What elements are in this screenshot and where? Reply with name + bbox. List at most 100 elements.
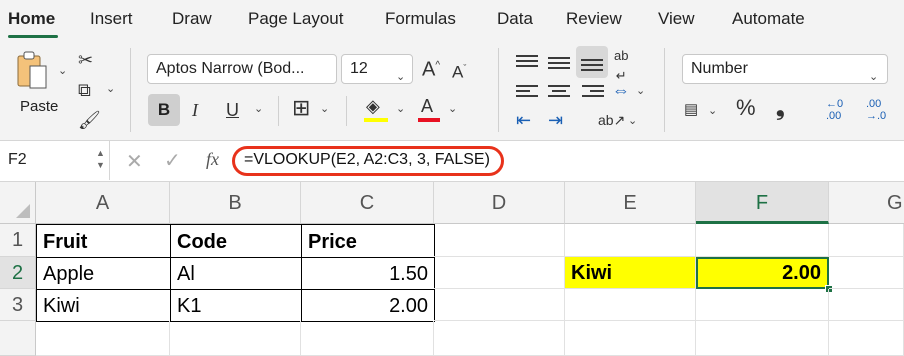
cell-f3[interactable]: [696, 289, 829, 321]
tab-page-layout[interactable]: Page Layout: [248, 9, 343, 29]
decrease-indent-icon[interactable]: ⇤: [516, 110, 531, 130]
cell-d2[interactable]: [434, 257, 565, 289]
percent-style-button[interactable]: %: [736, 97, 756, 119]
cell-e2[interactable]: Kiwi: [565, 257, 696, 289]
cell-d4[interactable]: [434, 321, 565, 356]
underline-button[interactable]: U: [226, 100, 239, 120]
tab-home[interactable]: Home: [8, 9, 55, 29]
ribbon-separator: [498, 48, 499, 132]
italic-button[interactable]: I: [192, 100, 198, 120]
cell-c3[interactable]: 2.00: [301, 289, 435, 322]
row-header-2[interactable]: 2: [0, 257, 36, 289]
cell-d1[interactable]: [434, 224, 565, 257]
font-color-chevron-icon[interactable]: ⌄: [448, 102, 457, 115]
select-all-corner[interactable]: [0, 182, 36, 224]
tab-data[interactable]: Data: [497, 9, 533, 29]
cell-f1[interactable]: [696, 224, 829, 257]
copy-icon[interactable]: ⧉: [78, 80, 91, 100]
cell-b1[interactable]: Code: [170, 224, 302, 258]
copy-chevron-icon[interactable]: ⌄: [106, 82, 115, 95]
merge-chevron-icon[interactable]: ⌄: [636, 84, 645, 97]
column-header-e[interactable]: E: [565, 182, 696, 224]
cell-c1[interactable]: Price: [301, 224, 435, 258]
decrease-decimal-icon[interactable]: .00 →.0: [866, 98, 886, 122]
accounting-format-icon[interactable]: ▤: [684, 100, 698, 120]
cell-a1[interactable]: Fruit: [36, 224, 171, 258]
align-bottom-button[interactable]: [576, 46, 608, 78]
cell-a2[interactable]: Apple: [36, 257, 171, 290]
comma-style-button[interactable]: ❟: [776, 97, 785, 119]
tab-view[interactable]: View: [658, 9, 695, 29]
cell-e1[interactable]: [565, 224, 696, 257]
column-header-c[interactable]: C: [301, 182, 434, 224]
column-header-b[interactable]: B: [170, 182, 301, 224]
align-left-icon[interactable]: [516, 82, 538, 100]
paste-chevron-icon[interactable]: ⌄: [58, 64, 67, 77]
cell-e4[interactable]: [565, 321, 696, 356]
font-color-button[interactable]: A: [418, 96, 440, 124]
insert-function-icon[interactable]: fx: [206, 149, 219, 170]
paste-button[interactable]: [14, 50, 52, 94]
borders-icon[interactable]: ⊞: [292, 97, 310, 119]
cell-c4[interactable]: [301, 321, 434, 356]
cell-b2[interactable]: Al: [170, 257, 302, 290]
column-header-g[interactable]: G: [829, 182, 904, 224]
cell-g3[interactable]: [829, 289, 904, 321]
cell-b4[interactable]: [170, 321, 301, 356]
format-painter-icon[interactable]: 🖌: [78, 110, 101, 130]
accounting-chevron-icon[interactable]: ⌄: [708, 104, 717, 117]
cell-a3[interactable]: Kiwi: [36, 289, 171, 322]
font-name-dropdown[interactable]: Aptos Narrow (Bod...: [147, 54, 337, 84]
cell-f2-selected[interactable]: 2.00: [696, 257, 829, 289]
fill-color-chevron-icon[interactable]: ⌄: [396, 102, 405, 115]
bold-button[interactable]: B: [148, 94, 180, 126]
align-center-icon[interactable]: [548, 82, 570, 100]
column-header-d[interactable]: D: [434, 182, 565, 224]
underline-chevron-icon[interactable]: ⌄: [254, 102, 263, 115]
enter-check-icon[interactable]: ✓: [164, 148, 181, 173]
align-middle-icon[interactable]: [548, 54, 570, 72]
increase-decimal-icon[interactable]: ←0 .00: [826, 98, 843, 122]
cell-b3[interactable]: K1: [170, 289, 302, 322]
align-top-icon[interactable]: [516, 52, 538, 70]
fill-color-button[interactable]: ◈: [364, 96, 388, 124]
shrink-font-icon[interactable]: Aˇ: [452, 58, 466, 83]
increase-decimal-top: ←0: [826, 98, 844, 110]
cell-g1[interactable]: [829, 224, 904, 257]
row-header-3[interactable]: 3: [0, 289, 36, 321]
increase-indent-icon[interactable]: ⇥: [548, 110, 563, 130]
cell-e3[interactable]: [565, 289, 696, 321]
align-right-icon[interactable]: [582, 82, 604, 100]
orientation-chevron-icon[interactable]: ⌄: [628, 114, 637, 127]
row-header-4[interactable]: [0, 321, 36, 356]
cancel-icon[interactable]: ✕: [126, 149, 143, 174]
column-header-f[interactable]: F: [696, 182, 829, 224]
borders-chevron-icon[interactable]: ⌄: [320, 102, 329, 115]
formula-input[interactable]: =VLOOKUP(E2, A2:C3, 3, FALSE): [244, 151, 490, 169]
tab-insert[interactable]: Insert: [90, 9, 133, 29]
number-format-value: Number: [691, 60, 748, 77]
cell-g2[interactable]: [829, 257, 904, 289]
merge-center-icon[interactable]: ⇔: [612, 80, 630, 100]
tab-review[interactable]: Review: [566, 9, 622, 29]
tab-formulas[interactable]: Formulas: [385, 9, 456, 29]
ribbon-separator: [346, 96, 347, 126]
cell-c2[interactable]: 1.50: [301, 257, 435, 290]
ribbon-separator: [278, 96, 279, 126]
grow-font-icon[interactable]: A^: [422, 56, 440, 80]
cell-f4[interactable]: [696, 321, 829, 356]
column-header-a[interactable]: A: [36, 182, 170, 224]
tab-draw[interactable]: Draw: [172, 9, 212, 29]
row-header-1[interactable]: 1: [0, 224, 36, 257]
cell-d3[interactable]: [434, 289, 565, 321]
cell-g4[interactable]: [829, 321, 904, 356]
orientation-icon[interactable]: ab↗: [598, 110, 625, 130]
cell-a4[interactable]: [36, 321, 170, 356]
cut-icon[interactable]: ✂: [78, 50, 93, 70]
name-box[interactable]: F2: [0, 141, 110, 180]
font-size-dropdown[interactable]: 12 ⌄: [341, 54, 413, 84]
tab-automate[interactable]: Automate: [732, 9, 805, 29]
name-box-stepper-icon[interactable]: ▲ ▼: [96, 147, 105, 171]
number-format-dropdown[interactable]: Number ⌄: [682, 54, 888, 84]
ribbon-separator: [130, 48, 131, 132]
